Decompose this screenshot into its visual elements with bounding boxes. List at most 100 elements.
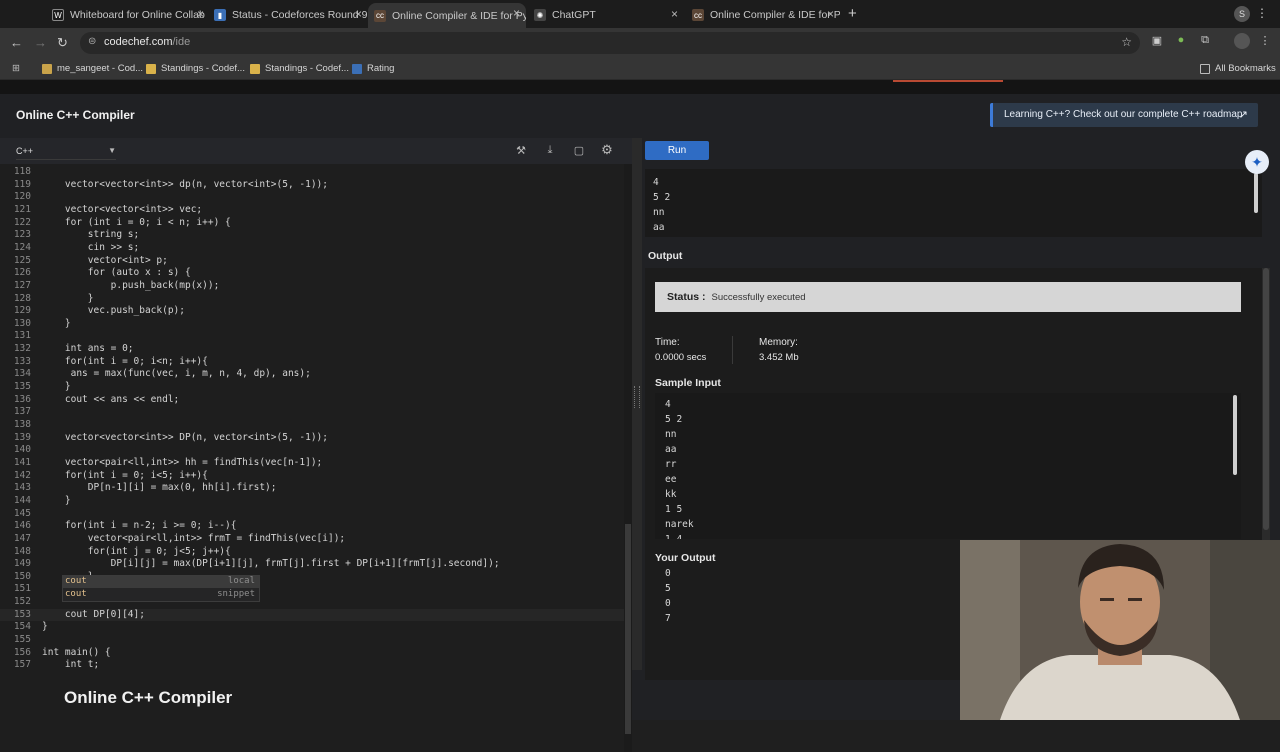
code-line[interactable]: 129 vec.push_back(p); [0, 305, 624, 318]
settings-gear-icon[interactable]: ⚙ [600, 142, 614, 158]
line-number: 157 [13, 659, 31, 671]
bookmark-item[interactable]: me_sangeet - Cod... [42, 63, 143, 74]
site-info-icon[interactable]: ⊜ [88, 36, 96, 47]
close-icon[interactable]: × [671, 7, 678, 21]
code-line[interactable]: 124 cin >> s; [0, 242, 624, 255]
profile-icon[interactable] [1234, 33, 1250, 49]
scrollbar-thumb[interactable] [1263, 268, 1269, 530]
roadmap-banner[interactable]: Learning C++? Check out our complete C++… [990, 103, 1258, 127]
code-line[interactable]: 122 for (int i = 0; i < n; i++) { [0, 217, 624, 230]
line-number: 124 [13, 241, 31, 253]
input-scrollbar[interactable] [1254, 173, 1258, 213]
code-line[interactable]: 154} [0, 621, 624, 634]
code-line[interactable]: 155 [0, 634, 624, 647]
code-line[interactable]: 146 for(int i = n-2; i >= 0; i--){ [0, 520, 624, 533]
code-line[interactable]: 130 } [0, 318, 624, 331]
download-icon[interactable]: ⤓ [543, 144, 557, 157]
editor-scrollbar[interactable] [624, 164, 632, 752]
bookmark-item[interactable]: Rating [352, 63, 394, 74]
back-icon[interactable]: ← [10, 35, 23, 50]
drag-handle-icon[interactable] [634, 386, 640, 408]
code-text: vector<pair<ll,int>> hh = findThis(vec[n… [42, 456, 323, 468]
extension-icon[interactable]: ▣ [1150, 34, 1164, 48]
browser-tab-codechef-active[interactable]: cc Online Compiler & IDE for Py × [368, 3, 526, 28]
menu-icon[interactable]: ⋮ [1258, 34, 1272, 48]
code-line[interactable]: 123 string s; [0, 229, 624, 242]
line-number: 133 [13, 355, 31, 367]
code-line[interactable]: 121 vector<vector<int>> vec; [0, 204, 624, 217]
editor-toolbar: C++ ▼ ⚒ ⤓ ▢ ⚙ [0, 138, 632, 164]
url-field[interactable]: ⊜ codechef.com/ide ☆ [80, 32, 1140, 54]
extensions-puzzle-icon[interactable]: ⧉ [1198, 34, 1212, 48]
all-bookmarks[interactable]: All Bookmarks [1200, 63, 1276, 74]
code-line[interactable]: 153 cout DP[0][4]; [0, 608, 624, 622]
code-line[interactable]: 131 [0, 330, 624, 343]
autocomplete-item[interactable]: cout local [63, 576, 259, 588]
run-button[interactable]: Run [645, 141, 709, 160]
close-icon[interactable]: × [513, 6, 520, 20]
menu-icon[interactable]: ⋮ [1256, 6, 1268, 20]
line-number: 138 [13, 419, 31, 430]
code-line[interactable]: 136 cout << ans << endl; [0, 394, 624, 407]
code-line[interactable]: 141 vector<pair<ll,int>> hh = findThis(v… [0, 457, 624, 470]
code-line[interactable]: 139 vector<vector<int>> DP(n, vector<int… [0, 432, 624, 445]
sample-input-scrollbar[interactable] [1233, 395, 1237, 475]
apps-grid-icon[interactable]: ⊞ [12, 63, 20, 74]
browser-tab-chatgpt[interactable]: ✺ ChatGPT × [530, 4, 684, 26]
sample-input-line: 1 4 [665, 534, 682, 539]
assistant-icon[interactable]: ✦ [1245, 150, 1269, 174]
browser-tab-whiteboard[interactable]: W Whiteboard for Online Collab × [52, 4, 210, 26]
bookmark-star-icon[interactable]: ☆ [1121, 35, 1132, 49]
line-number: 125 [13, 254, 31, 266]
code-line[interactable]: 127 p.push_back(mp(x)); [0, 280, 624, 293]
code-line[interactable]: 157 int t; [0, 659, 624, 672]
code-line[interactable]: 119 vector<vector<int>> dp(n, vector<int… [0, 179, 624, 192]
code-line[interactable]: 134 ans = max(func(vec, i, m, n, 4, dp),… [0, 368, 624, 381]
code-line[interactable]: 125 vector<int> p; [0, 255, 624, 268]
close-icon[interactable]: × [197, 7, 204, 21]
line-number: 141 [13, 456, 31, 468]
code-line[interactable]: 128 } [0, 293, 624, 306]
forward-icon[interactable]: → [34, 35, 47, 50]
code-line[interactable]: 138 [0, 419, 624, 432]
extension-icon[interactable]: ● [1174, 34, 1188, 48]
code-line[interactable]: 140 [0, 444, 624, 457]
browser-tab-codeforces[interactable]: ▮ Status - Codeforces Round 9 × [210, 4, 368, 26]
bookmark-item[interactable]: Standings - Codef... [250, 63, 349, 74]
browser-tab-codechef[interactable]: cc Online Compiler & IDE for Py × [688, 4, 840, 26]
code-line[interactable]: 148 for(int j = 0; j<5; j++){ [0, 546, 624, 559]
code-line[interactable]: 142 for(int i = 0; i<5; i++){ [0, 470, 624, 483]
code-line[interactable]: 120 [0, 191, 624, 204]
profile-avatar[interactable]: S [1234, 6, 1250, 22]
sample-input-line: ee [665, 474, 677, 485]
url-host: codechef.com [104, 36, 173, 48]
code-line[interactable]: 145 [0, 508, 624, 521]
code-line[interactable]: 147 vector<pair<ll,int>> frmT = findThis… [0, 533, 624, 546]
close-icon[interactable]: × [827, 7, 834, 21]
code-editor[interactable]: 118 119 vector<vector<int>> dp(n, vector<… [0, 164, 632, 752]
close-icon[interactable]: × [355, 7, 362, 21]
code-line[interactable]: 126 for (auto x : s) { [0, 267, 624, 280]
bookmark-item[interactable]: Standings - Codef... [146, 63, 245, 74]
code-line[interactable]: 149 DP[i][j] = max(DP[i+1][j], frmT[j].f… [0, 558, 624, 571]
code-line[interactable]: 118 [0, 166, 624, 179]
reload-icon[interactable]: ↻ [57, 35, 68, 51]
custom-input-field[interactable]: 4 5 2 nn aa [645, 169, 1262, 237]
code-line[interactable]: 132 int ans = 0; [0, 343, 624, 356]
language-select[interactable]: C++ ▼ [16, 146, 116, 160]
magic-wand-icon[interactable]: ⚒ [514, 144, 528, 157]
code-line[interactable]: 156 int main() { [0, 647, 624, 660]
language-value: C++ [16, 146, 34, 156]
fullscreen-icon[interactable]: ▢ [572, 144, 586, 157]
code-line[interactable]: 135 } [0, 381, 624, 394]
webcam-overlay [960, 540, 1280, 720]
autocomplete-item[interactable]: cout snippet [63, 589, 259, 601]
bookmark-favicon-icon [352, 63, 362, 74]
code-line[interactable]: 133 for(int i = 0; i<n; i++){ [0, 356, 624, 369]
new-tab-icon[interactable]: + [848, 5, 857, 22]
code-line[interactable]: 137 [0, 406, 624, 419]
code-line[interactable]: 144 } [0, 495, 624, 508]
scrollbar-thumb[interactable] [625, 524, 631, 734]
code-line[interactable]: 143 DP[n-1][i] = max(0, hh[i].first); [0, 482, 624, 495]
panel-splitter[interactable] [632, 138, 642, 670]
